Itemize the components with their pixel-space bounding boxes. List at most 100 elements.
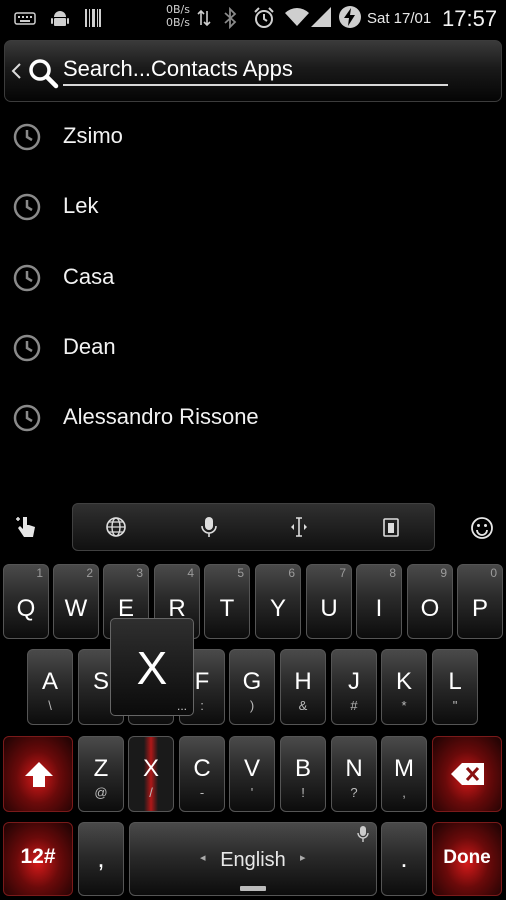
right-arrow-icon: ▸ [300, 852, 306, 864]
barcode-icon [84, 8, 102, 31]
key-j[interactable]: J # [331, 649, 377, 725]
recent-item[interactable]: Casa [0, 246, 506, 316]
backspace-icon [451, 763, 484, 785]
key-label: J [348, 668, 360, 695]
key-g[interactable]: G ) [229, 649, 275, 725]
android-debug-icon [50, 8, 70, 31]
space-key[interactable]: ◂ English ▸ [129, 822, 377, 896]
text-cursor-icon[interactable] [288, 516, 310, 538]
key-m[interactable]: M , [381, 736, 427, 812]
recent-item-label: Alessandro Rissone [63, 404, 259, 429]
key-z[interactable]: Z @ [78, 736, 124, 812]
key-a[interactable]: A \ [27, 649, 73, 725]
data-transfer-icon [197, 9, 211, 30]
key-k[interactable]: K * [381, 649, 427, 725]
key-hint: " [452, 698, 458, 713]
key-c[interactable]: C - [179, 736, 225, 812]
microphone-icon[interactable] [198, 516, 220, 538]
status-time: 17:57 [442, 6, 498, 31]
key-hint: & [298, 698, 308, 713]
key-o[interactable]: 9 O [407, 564, 453, 639]
key-n[interactable]: N ? [331, 736, 377, 812]
key-label: T [219, 595, 235, 622]
recent-item-label: Zsimo [63, 123, 123, 148]
key-label: K [395, 668, 412, 695]
key-hint: \ [48, 698, 52, 713]
battery-charging-icon [338, 5, 362, 32]
recent-item-label: Lek [63, 193, 99, 218]
key-label: G [242, 668, 262, 695]
recent-clock-icon [13, 334, 41, 362]
key-u[interactable]: 7 U [306, 564, 352, 639]
key-t[interactable]: 5 T [204, 564, 250, 639]
key-preview-hint: ... [176, 699, 187, 713]
key-label: O [420, 595, 440, 622]
key-hint: 9 [440, 566, 447, 580]
key-hint: 4 [187, 566, 194, 580]
recent-item[interactable]: Lek [0, 175, 506, 245]
key-hint: / [149, 785, 153, 800]
key-hint: 0 [490, 566, 497, 580]
recent-item-label: Casa [63, 264, 115, 289]
key-hint: , [402, 785, 406, 800]
key-hint: - [199, 785, 205, 800]
shift-arrow-icon [25, 762, 53, 787]
key-label: W [64, 595, 88, 622]
emoji-icon[interactable] [470, 516, 494, 545]
key-label: I [375, 595, 383, 622]
status-bar: 0B/s 0B/s Sat 17/01 17:57 [0, 0, 506, 36]
search-icon[interactable] [27, 57, 59, 89]
key-y[interactable]: 6 Y [255, 564, 301, 639]
key-label: Z [93, 755, 109, 782]
key-hint: ) [249, 698, 255, 713]
key-label: M [394, 755, 414, 782]
search-input[interactable] [63, 56, 448, 86]
key-hint: 2 [86, 566, 93, 580]
key-w[interactable]: 2 W [53, 564, 99, 639]
clipboard-icon[interactable] [380, 516, 402, 538]
comma-key[interactable]: , [78, 822, 124, 896]
key-l[interactable]: L " [432, 649, 478, 725]
key-i[interactable]: 8 I [356, 564, 402, 639]
key-hint: 1 [36, 566, 43, 580]
key-preview-label: X [136, 642, 168, 694]
key-q[interactable]: 1 Q [3, 564, 49, 639]
recent-item[interactable]: Dean [0, 316, 506, 386]
recent-item[interactable]: Zsimo [0, 105, 506, 175]
key-label: P [471, 595, 488, 622]
key-label: C [193, 755, 211, 782]
recent-clock-icon [13, 264, 41, 292]
key-hint: ' [250, 785, 254, 800]
key-hint: 5 [237, 566, 244, 580]
key-label: B [294, 755, 311, 782]
back-chevron-icon[interactable] [9, 57, 23, 92]
key-hint: * [401, 698, 407, 713]
keyboard-handle[interactable] [240, 886, 266, 891]
period-key[interactable]: . [381, 822, 427, 896]
key-x[interactable]: X / [128, 736, 174, 812]
recent-item[interactable]: Alessandro Rissone [0, 386, 506, 456]
recent-clock-icon [13, 123, 41, 151]
alarm-icon [252, 6, 276, 33]
key-hint: 3 [136, 566, 143, 580]
recent-clock-icon [13, 404, 41, 432]
shift-key[interactable] [3, 736, 73, 812]
symbols-key[interactable]: 12# [3, 822, 73, 896]
key-v[interactable]: V ' [229, 736, 275, 812]
globe-icon[interactable] [105, 516, 127, 538]
key-b[interactable]: B ! [280, 736, 326, 812]
key-hint: 6 [288, 566, 295, 580]
key-label: N [345, 755, 363, 782]
key-hint: # [350, 698, 358, 713]
key-p[interactable]: 0 P [457, 564, 503, 639]
key-hint: ! [301, 785, 305, 800]
mic-hint-icon [357, 826, 369, 842]
key-h[interactable]: H & [280, 649, 326, 725]
cursor-hand-icon[interactable] [14, 514, 38, 545]
symbols-label: 12# [20, 845, 56, 868]
done-key[interactable]: Done [432, 822, 502, 896]
net-down-text: 0B/s [166, 16, 190, 29]
wifi-icon [284, 6, 310, 31]
space-language-label: English [220, 849, 286, 871]
backspace-key[interactable] [432, 736, 502, 812]
